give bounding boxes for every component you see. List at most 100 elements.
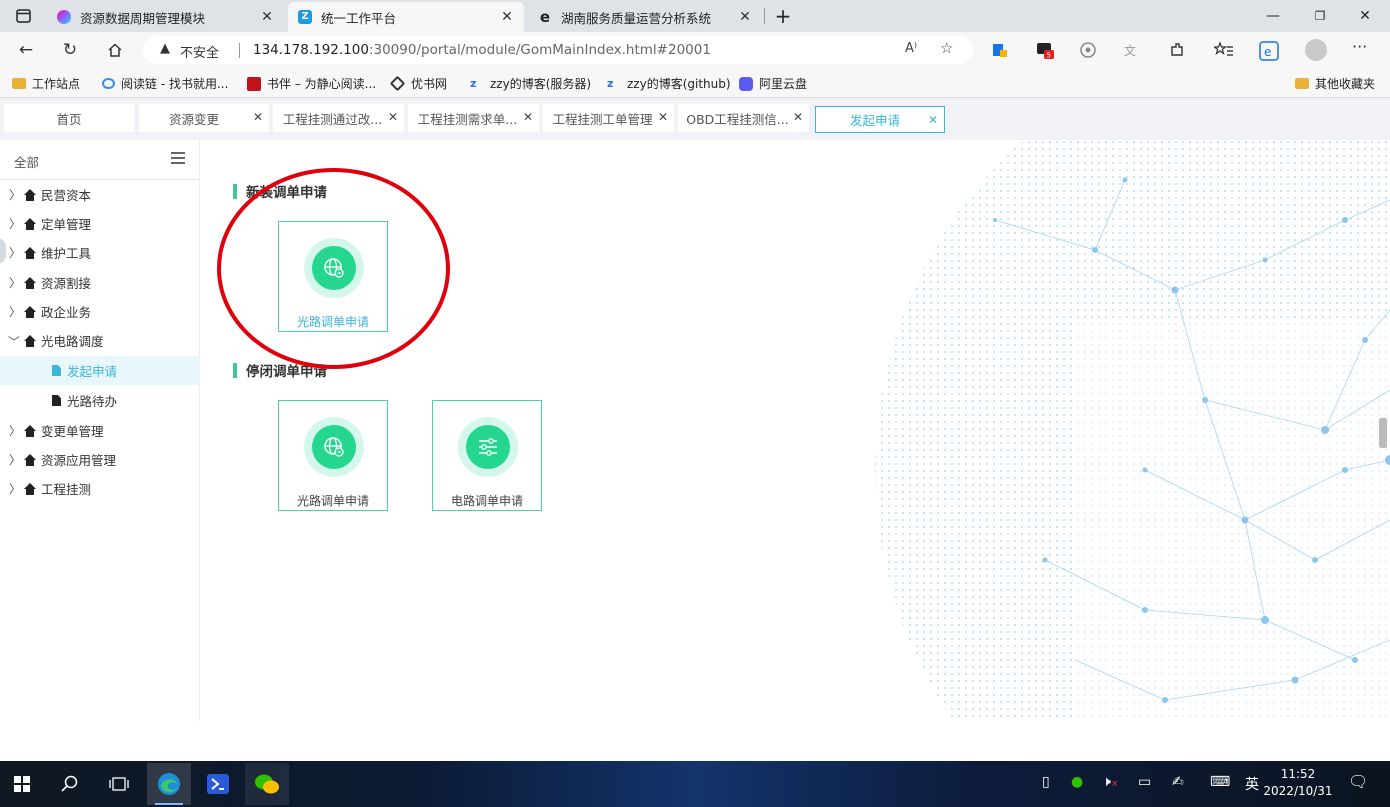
- url-host: 134.178.192.100: [253, 42, 369, 58]
- browser-tab-2[interactable]: e 湖南服务质量运营分析系统 ✕: [528, 2, 762, 32]
- bookmark-item[interactable]: 书伴 – 为静心阅读...: [247, 75, 376, 92]
- home-button[interactable]: [103, 38, 127, 62]
- keyboard-icon[interactable]: ⌨: [1210, 774, 1230, 790]
- app-tab-active[interactable]: 发起申请 ✕: [815, 106, 945, 133]
- system-clock[interactable]: 11:52 2022/10/31: [1262, 766, 1334, 800]
- read-aloud-icon[interactable]: A⁾: [905, 41, 917, 56]
- profile-avatar[interactable]: [1305, 39, 1327, 61]
- app-tab[interactable]: 工程挂测工单管理 ✕: [543, 104, 674, 132]
- sidebar-item-maintenance[interactable]: 〉 维护工具: [0, 238, 200, 267]
- browser-tab-0[interactable]: 资源数据周期管理模块 ✕: [47, 2, 284, 32]
- sidebar-item-todo[interactable]: 光路待办: [0, 386, 200, 415]
- bookmark-item[interactable]: 阿里云盘: [739, 75, 807, 92]
- close-tab-icon[interactable]: ✕: [793, 110, 803, 124]
- globe-icon: [312, 246, 356, 290]
- chevron-right-icon: 〉: [9, 305, 22, 319]
- sidebar-item-resource-app[interactable]: 〉 资源应用管理: [0, 445, 200, 474]
- ime-indicator[interactable]: 英: [1245, 774, 1259, 794]
- home-icon: [23, 334, 37, 347]
- chevron-right-icon: 〉: [9, 188, 22, 202]
- extension-puzzle-icon[interactable]: [991, 41, 1009, 59]
- clock-time: 11:52: [1280, 767, 1316, 781]
- app-tab[interactable]: OBD工程挂测信... ✕: [678, 104, 809, 132]
- hamburger-menu-icon[interactable]: [171, 152, 185, 164]
- sidebar-item-order[interactable]: 〉 定单管理: [0, 209, 200, 238]
- phone-icon[interactable]: ▯: [1042, 774, 1050, 790]
- url-text[interactable]: 134.178.192.100:30090/portal/module/GomM…: [253, 42, 711, 58]
- optical-route-close-card[interactable]: 光路调单申请: [278, 400, 388, 511]
- sidebar-item-enterprise[interactable]: 〉 政企业务: [0, 297, 200, 326]
- network-icon[interactable]: ▭: [1138, 774, 1151, 790]
- blank-area: [0, 721, 1390, 761]
- section-title: 新装调单申请: [233, 183, 327, 201]
- reload-button[interactable]: ↻: [58, 38, 82, 62]
- app-tab[interactable]: 工程挂测需求单... ✕: [408, 104, 539, 132]
- close-window-button[interactable]: ✕: [1342, 0, 1388, 32]
- collections-icon[interactable]: e: [1259, 41, 1279, 61]
- bookmark-label: 其他收藏夹: [1315, 77, 1376, 91]
- close-tab-icon[interactable]: ✕: [500, 9, 514, 25]
- powershell-taskbar-icon[interactable]: [196, 763, 240, 805]
- close-tab-icon[interactable]: ✕: [260, 9, 274, 25]
- search-icon[interactable]: [48, 763, 92, 805]
- card-label: 光路调单申请: [296, 494, 369, 508]
- favorites-icon[interactable]: [1212, 41, 1233, 59]
- browser-tab-1[interactable]: Z 统一工作平台 ✕: [288, 2, 524, 32]
- bookmark-item[interactable]: 优书网: [389, 75, 448, 92]
- add-favorite-icon[interactable]: ☆: [940, 39, 953, 57]
- chevron-right-icon: 〉: [9, 276, 22, 290]
- pen-icon[interactable]: ✍: [1172, 774, 1184, 790]
- extensions-icon[interactable]: [1168, 41, 1186, 59]
- close-tab-icon[interactable]: ✕: [388, 110, 398, 124]
- address-bar[interactable]: ▲ 不安全 134.178.192.100:30090/portal/modul…: [143, 36, 973, 64]
- sidebar-item-apply[interactable]: 发起申请: [0, 356, 200, 385]
- security-status[interactable]: 不安全: [180, 42, 219, 61]
- minimize-button[interactable]: —: [1250, 0, 1296, 32]
- close-tab-icon[interactable]: ✕: [928, 113, 938, 127]
- maximize-button[interactable]: ❐: [1297, 0, 1343, 32]
- sidebar-item-cutover[interactable]: 〉 资源割接: [0, 268, 200, 297]
- app-tab[interactable]: 资源变更 ✕: [139, 104, 269, 132]
- sidebar-item-minying[interactable]: 〉 民营资本: [0, 180, 200, 209]
- document-icon: [52, 365, 61, 376]
- volume-muted-icon[interactable]: 🕨×: [1102, 774, 1118, 790]
- extension-badge-icon[interactable]: 5: [1036, 41, 1054, 60]
- extension-flower-icon[interactable]: [1079, 41, 1097, 59]
- bookmark-item[interactable]: z zzy的博客(github): [607, 75, 731, 92]
- sidebar-item-change[interactable]: 〉 变更单管理: [0, 416, 200, 445]
- close-tab-icon[interactable]: ✕: [253, 110, 263, 124]
- wechat-taskbar-icon[interactable]: [245, 763, 289, 805]
- bookmark-item[interactable]: 阅读链 - 找书就用...: [102, 75, 228, 92]
- sidebar-item-engineering[interactable]: 〉 工程挂测: [0, 474, 200, 503]
- bookmark-label: 优书网: [411, 77, 448, 91]
- home-icon: [23, 424, 37, 437]
- optical-route-apply-card[interactable]: 光路调单申请: [278, 221, 388, 332]
- wechat-tray-icon[interactable]: ●: [1071, 774, 1083, 790]
- bookmark-item[interactable]: 工作站点: [12, 75, 80, 92]
- app-tab[interactable]: 工程挂测通过改... ✕: [273, 104, 404, 132]
- bookmark-label: 工作站点: [32, 77, 81, 91]
- edge-taskbar-icon[interactable]: [147, 763, 191, 805]
- new-tab-button[interactable]: +: [760, 0, 806, 32]
- svg-text:5: 5: [1047, 52, 1051, 60]
- sidebar-item-label: 政企业务: [41, 305, 92, 320]
- sidebar-item-dispatch[interactable]: 〉 光电路调度: [0, 326, 200, 355]
- more-menu-icon[interactable]: ···: [1352, 39, 1370, 59]
- close-tab-icon[interactable]: ✕: [738, 9, 752, 25]
- start-button[interactable]: [0, 763, 44, 805]
- home-icon: [23, 217, 37, 230]
- scrollbar-thumb[interactable]: [1379, 418, 1387, 448]
- back-button[interactable]: ←: [14, 38, 38, 62]
- bookmark-item[interactable]: z zzy的博客(服务器): [470, 75, 591, 92]
- close-tab-icon[interactable]: ✕: [523, 110, 533, 124]
- section-title: 停闭调单申请: [233, 362, 327, 380]
- browser-tab-title: 资源数据周期管理模块: [80, 10, 206, 26]
- other-bookmarks[interactable]: 其他收藏夹: [1295, 75, 1375, 92]
- circuit-route-close-card[interactable]: 电路调单申请: [432, 400, 542, 511]
- task-view-icon[interactable]: [97, 763, 141, 805]
- extension-translate-icon[interactable]: 文: [1122, 41, 1140, 59]
- app-tab-home[interactable]: 首页: [4, 104, 134, 132]
- close-tab-icon[interactable]: ✕: [658, 110, 668, 124]
- notification-icon[interactable]: 🗨: [1348, 772, 1368, 791]
- tab-actions-icon[interactable]: [14, 6, 34, 26]
